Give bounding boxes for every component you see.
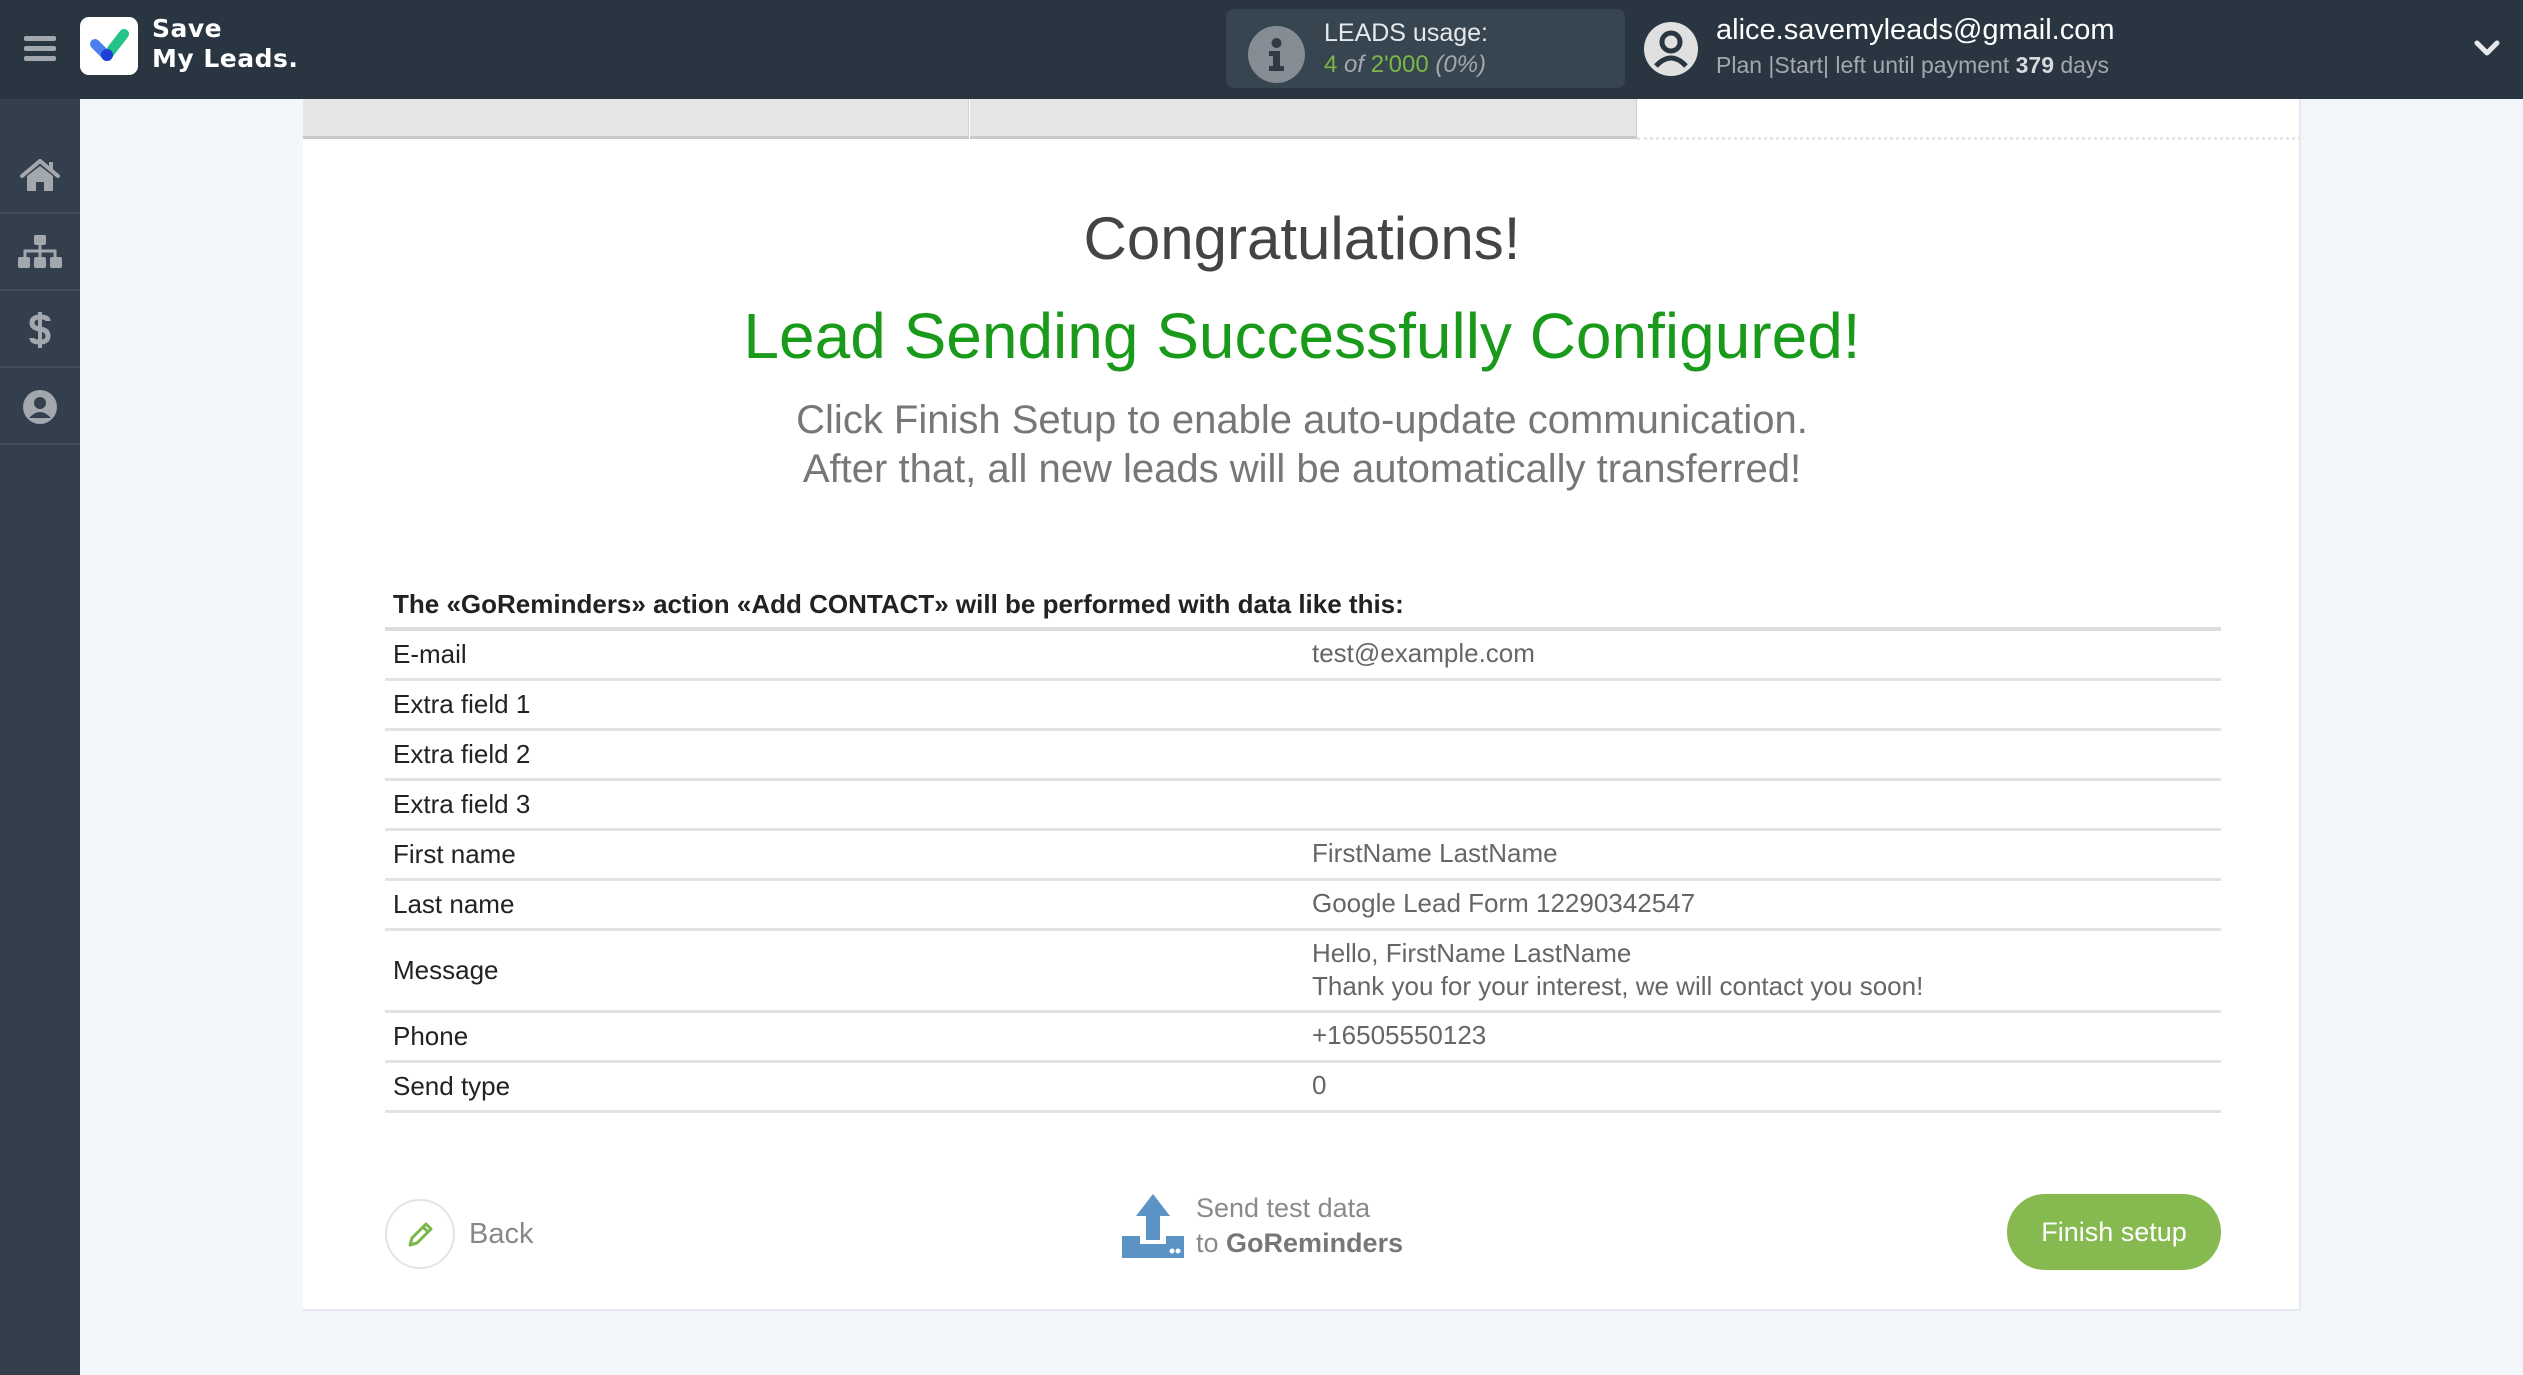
message-line-1: Hello, FirstName LastName	[1312, 938, 1632, 968]
sidebar-item-connections[interactable]	[0, 216, 80, 291]
upload-icon	[1122, 1194, 1184, 1258]
field-label: Extra field 1	[393, 689, 531, 719]
back-circle	[385, 1199, 455, 1269]
field-label: Phone	[393, 1021, 469, 1051]
field-value: test@example.com	[1312, 638, 1535, 668]
pencil-icon	[408, 1222, 433, 1247]
field-value: Google Lead Form 12290342547	[1312, 888, 1696, 918]
info-icon	[1248, 26, 1305, 83]
congrats-heading: Congratulations!	[1083, 205, 1521, 272]
table-row: Extra field 3	[385, 781, 2221, 831]
sidebar	[0, 99, 80, 1375]
field-value: +16505550123	[1312, 1020, 1487, 1050]
leads-usage-panel: LEADS usage: 4 of 2'000 (0%)	[1226, 9, 1625, 88]
field-label: Message	[393, 955, 499, 985]
setup-card: Congratulations! Lead Sending Successful…	[303, 99, 2301, 1311]
table-row: First name FirstName LastName	[385, 831, 2221, 881]
field-value: Hello, FirstName LastName Thank you for …	[1312, 937, 1923, 1003]
field-label: E-mail	[393, 639, 467, 669]
sitemap-icon	[18, 234, 62, 268]
plan-info: Plan |Start| left until payment 379 days	[1716, 52, 2109, 79]
table-row: Message Hello, FirstName LastName Thank …	[385, 931, 2221, 1013]
table-row: Send type 0	[385, 1063, 2221, 1113]
usage-used: 4	[1324, 51, 1338, 78]
table-row: Last name Google Lead Form 12290342547	[385, 881, 2221, 931]
menu-toggle-icon[interactable]	[24, 34, 56, 64]
logo-icon[interactable]	[80, 17, 138, 75]
preview-table: E-mail test@example.com Extra field 1 Ex…	[385, 627, 2221, 1113]
usage-value: 4 of 2'000 (0%)	[1324, 51, 1486, 79]
logo-line-2: My Leads.	[152, 44, 299, 73]
plan-suffix: days	[2060, 52, 2109, 78]
chevron-down-icon[interactable]	[2472, 36, 2502, 60]
tab-divider	[1637, 137, 2301, 140]
send-target: GoReminders	[1226, 1228, 1404, 1258]
back-label: Back	[469, 1217, 534, 1250]
sidebar-item-billing[interactable]	[0, 293, 80, 368]
table-row: Extra field 1	[385, 681, 2221, 731]
logo-line-1: Save	[152, 14, 223, 43]
message-line-2: Thank you for your interest, we will con…	[1312, 971, 1924, 1001]
top-header: Save My Leads. LEADS usage: 4 of 2'000 (…	[0, 0, 2523, 99]
send-test-text: Send test data to GoReminders	[1196, 1191, 1403, 1261]
table-row: Phone +16505550123	[385, 1013, 2221, 1063]
field-label: Extra field 2	[393, 739, 531, 769]
field-value: FirstName LastName	[1312, 838, 1558, 868]
field-label: Send type	[393, 1071, 511, 1101]
home-icon	[20, 158, 60, 191]
step-tab-1[interactable]	[303, 99, 969, 139]
send-test-data-button[interactable]: Send test data to GoReminders	[1120, 1191, 1403, 1261]
account-email[interactable]: alice.savemyleads@gmail.com	[1716, 14, 2115, 47]
back-button[interactable]: Back	[385, 1199, 533, 1269]
dollar-icon	[29, 311, 51, 348]
instruction-line-2: After that, all new leads will be automa…	[802, 447, 1802, 491]
field-label: First name	[393, 839, 516, 869]
field-value: 0	[1312, 1070, 1327, 1100]
field-label: Last name	[393, 889, 515, 919]
sidebar-item-home[interactable]	[0, 139, 80, 214]
table-row: Extra field 2	[385, 731, 2221, 781]
instruction-text: Click Finish Setup to enable auto-update…	[303, 396, 2301, 494]
plan-prefix: Plan |Start| left until payment	[1716, 52, 2010, 78]
finish-setup-button[interactable]: Finish setup	[2007, 1194, 2221, 1270]
usage-total: 2'000	[1370, 51, 1429, 78]
usage-percent: (0%)	[1435, 51, 1487, 78]
send-line-2: to GoReminders	[1196, 1226, 1403, 1261]
plan-days: 379	[2015, 52, 2054, 78]
logo-text[interactable]: Save My Leads.	[152, 14, 298, 74]
send-to: to	[1196, 1228, 1219, 1258]
usage-of: of	[1344, 51, 1365, 78]
user-circle-icon	[23, 389, 57, 424]
send-line-1: Send test data	[1196, 1193, 1371, 1223]
instruction-line-1: Click Finish Setup to enable auto-update…	[796, 398, 1808, 442]
table-heading: The «GoReminders» action «Add CONTACT» w…	[393, 589, 1404, 619]
field-label: Extra field 3	[393, 789, 531, 819]
avatar-icon[interactable]	[1644, 22, 1698, 76]
success-heading: Lead Sending Successfully Configured!	[743, 300, 1861, 372]
table-row: E-mail test@example.com	[385, 631, 2221, 681]
sidebar-item-account[interactable]	[0, 370, 80, 445]
usage-label: LEADS usage:	[1324, 19, 1488, 47]
step-tab-2[interactable]	[970, 99, 1637, 139]
